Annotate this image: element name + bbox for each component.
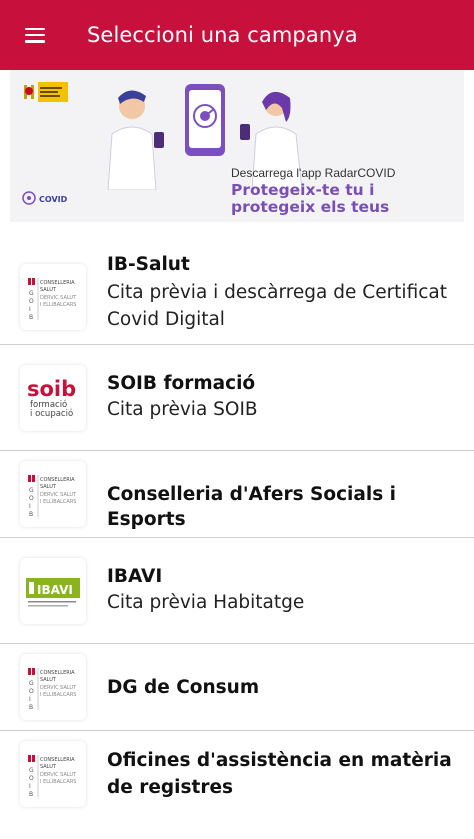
campaign-name: DG de Consum: [107, 677, 260, 698]
svg-text:O: O: [29, 298, 34, 305]
hamburger-menu-icon[interactable]: [0, 0, 70, 70]
svg-text:SALUT: SALUT: [40, 764, 57, 770]
svg-text:CONSELLERIA: CONSELLERIA: [40, 280, 75, 286]
svg-text:B: B: [29, 314, 33, 321]
soib-logo: soib formació i ocupació: [20, 365, 86, 431]
svg-text:I ELLIBALCARS: I ELLIBALCARS: [40, 302, 76, 308]
ibavi-logo-text: IBAVI: [37, 583, 73, 597]
campaign-item-dg-consum[interactable]: G O I B CONSELLERIA SALUT DERVIC SALUT I…: [0, 644, 474, 731]
svg-text:I: I: [29, 306, 31, 313]
campaign-item-ib-salut[interactable]: G O I B CONSELLERIA SALUT DERVIC SALUT I…: [0, 222, 474, 345]
svg-text:B: B: [29, 511, 33, 518]
campaign-item-afers-socials[interactable]: G O I B CONSELLERIA SALUT DERVIC SALUT I…: [0, 451, 474, 538]
conselleria-logo: G O I B CONSELLERIA SALUT DERVIC SALUT I…: [20, 461, 86, 527]
campaign-name: IBAVI: [107, 566, 163, 587]
campaign-name: SOIB formació: [107, 373, 256, 394]
government-of-spain-logo: [22, 82, 68, 102]
svg-text:I ELLIBALCARS: I ELLIBALCARS: [40, 692, 76, 698]
campaign-item-soib[interactable]: soib formació i ocupació SOIB formació C…: [0, 345, 474, 451]
banner-slogan: Protegeix-te tu i protegeix els teus: [231, 181, 390, 216]
svg-text:O: O: [29, 775, 34, 782]
radarcovid-banner[interactable]: Descarrega l'app RadarCOVID Protegeix-te…: [10, 70, 464, 222]
svg-text:i ocupació: i ocupació: [30, 408, 73, 419]
svg-text:DERVIC SALUT: DERVIC SALUT: [40, 685, 77, 691]
campaign-subtitle: Cita prèvia SOIB: [107, 399, 258, 420]
svg-text:O: O: [29, 688, 34, 695]
download-radarcovid-text: Descarrega l'app RadarCOVID: [231, 166, 396, 180]
campaign-name: Oficines d'assistència en matèria de reg…: [107, 750, 452, 798]
radarcovid-logo: COVID: [22, 191, 68, 205]
svg-text:DERVIC SALUT: DERVIC SALUT: [40, 492, 77, 498]
svg-text:SALUT: SALUT: [40, 677, 57, 683]
svg-text:I ELLIBALCARS: I ELLIBALCARS: [40, 499, 76, 505]
svg-text:O: O: [29, 495, 34, 502]
radar-logo-text: COVID: [39, 195, 68, 204]
svg-text:B: B: [29, 791, 33, 798]
svg-text:CONSELLERIA: CONSELLERIA: [40, 757, 75, 763]
campaign-name: IB-Salut: [107, 254, 190, 275]
svg-text:CONSELLERIA: CONSELLERIA: [40, 670, 75, 676]
campaign-item-oficines-registres[interactable]: G O I B CONSELLERIA SALUT DERVIC SALUT I…: [0, 731, 474, 839]
svg-text:DERVIC SALUT: DERVIC SALUT: [40, 772, 77, 778]
ibavi-logo: IBAVI: [20, 558, 86, 624]
conselleria-salut-logo: G O I B CONSELLERIA SALUT DERVIC SALUT I…: [20, 264, 86, 330]
soib-logo-text: soib: [27, 377, 76, 401]
campaign-item-ibavi[interactable]: IBAVI IBAVI Cita prèvia Habitatge: [0, 538, 474, 644]
svg-text:I: I: [29, 503, 31, 510]
svg-text:SALUT: SALUT: [40, 484, 57, 490]
campaign-subtitle: Cita prèvia i descàrrega de Certificat C…: [107, 282, 447, 330]
svg-text:SALUT: SALUT: [40, 287, 57, 293]
svg-text:DERVIC SALUT: DERVIC SALUT: [40, 295, 77, 301]
svg-text:G: G: [29, 290, 34, 297]
svg-text:G: G: [29, 487, 34, 494]
conselleria-logo: G O I B CONSELLERIA SALUT DERVIC SALUT I…: [20, 654, 86, 720]
campaign-list: G O I B CONSELLERIA SALUT DERVIC SALUT I…: [0, 222, 474, 839]
campaign-name: Conselleria d'Afers Socials i Esports: [107, 484, 396, 530]
svg-text:G: G: [29, 767, 34, 774]
svg-text:I: I: [29, 696, 31, 703]
campaign-subtitle: Cita prèvia Habitatge: [107, 592, 305, 613]
svg-text:CONSELLERIA: CONSELLERIA: [40, 477, 75, 483]
app-bar: Seleccioni una campanya: [0, 0, 474, 70]
conselleria-logo: G O I B CONSELLERIA SALUT DERVIC SALUT I…: [20, 741, 86, 807]
svg-text:I: I: [29, 783, 31, 790]
svg-text:I ELLIBALCARS: I ELLIBALCARS: [40, 779, 76, 785]
svg-text:B: B: [29, 704, 33, 711]
page-title: Seleccioni una campanya: [87, 23, 358, 47]
svg-text:G: G: [29, 680, 34, 687]
